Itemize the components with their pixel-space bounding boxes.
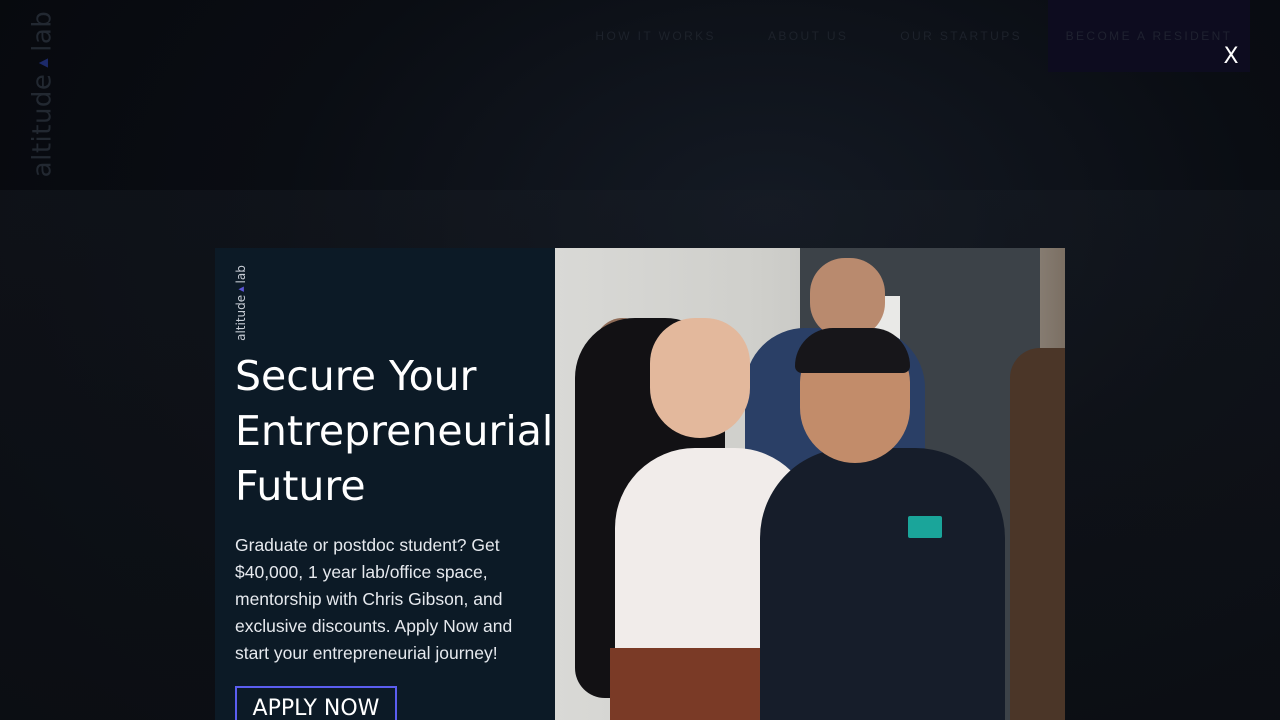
event-photo (555, 248, 1065, 720)
site-logo[interactable]: altitude ▲ lab (27, 11, 57, 178)
logo-triangle-icon: ▲ (35, 57, 49, 68)
modal-content-panel: altitude ▲ lab Secure Your Entrepreneuri… (215, 248, 555, 720)
modal-description: Graduate or postdoc student? Get $40,000… (235, 535, 513, 663)
promo-modal: altitude ▲ lab Secure Your Entrepreneuri… (215, 248, 1065, 720)
photo-man-sweater (760, 448, 1005, 720)
nav-about-us[interactable]: ABOUT US (768, 29, 848, 43)
modal-title-line: Future (235, 462, 366, 510)
modal-title-line: Secure Your (235, 352, 477, 400)
site-logo-text-left: altitude (27, 73, 57, 178)
photo-man-hair (795, 328, 910, 373)
photo-person-background-face (810, 258, 885, 338)
close-modal-button[interactable]: X (1218, 42, 1244, 70)
modal-logo: altitude ▲ lab (234, 265, 248, 341)
main-nav: HOW IT WORKS ABOUT US OUR STARTUPS BECOM… (543, 0, 1250, 72)
modal-logo-triangle-icon: ▲ (237, 286, 245, 292)
photo-name-badge (908, 516, 942, 538)
nav-our-startups[interactable]: OUR STARTUPS (900, 29, 1022, 43)
photo-person-right-jacket (1010, 348, 1065, 720)
modal-title: Secure Your Entrepreneurial Future (235, 349, 595, 514)
apply-now-button[interactable]: APPLY NOW (235, 686, 397, 720)
modal-title-line: Entrepreneurial (235, 407, 554, 455)
nav-how-it-works[interactable]: HOW IT WORKS (595, 29, 716, 43)
photo-woman-face (650, 318, 750, 438)
photo-woman-skirt (610, 648, 760, 720)
modal-logo-text-right: lab (234, 265, 248, 284)
modal-logo-text-left: altitude (234, 294, 248, 341)
site-logo-text-right: lab (27, 10, 57, 52)
